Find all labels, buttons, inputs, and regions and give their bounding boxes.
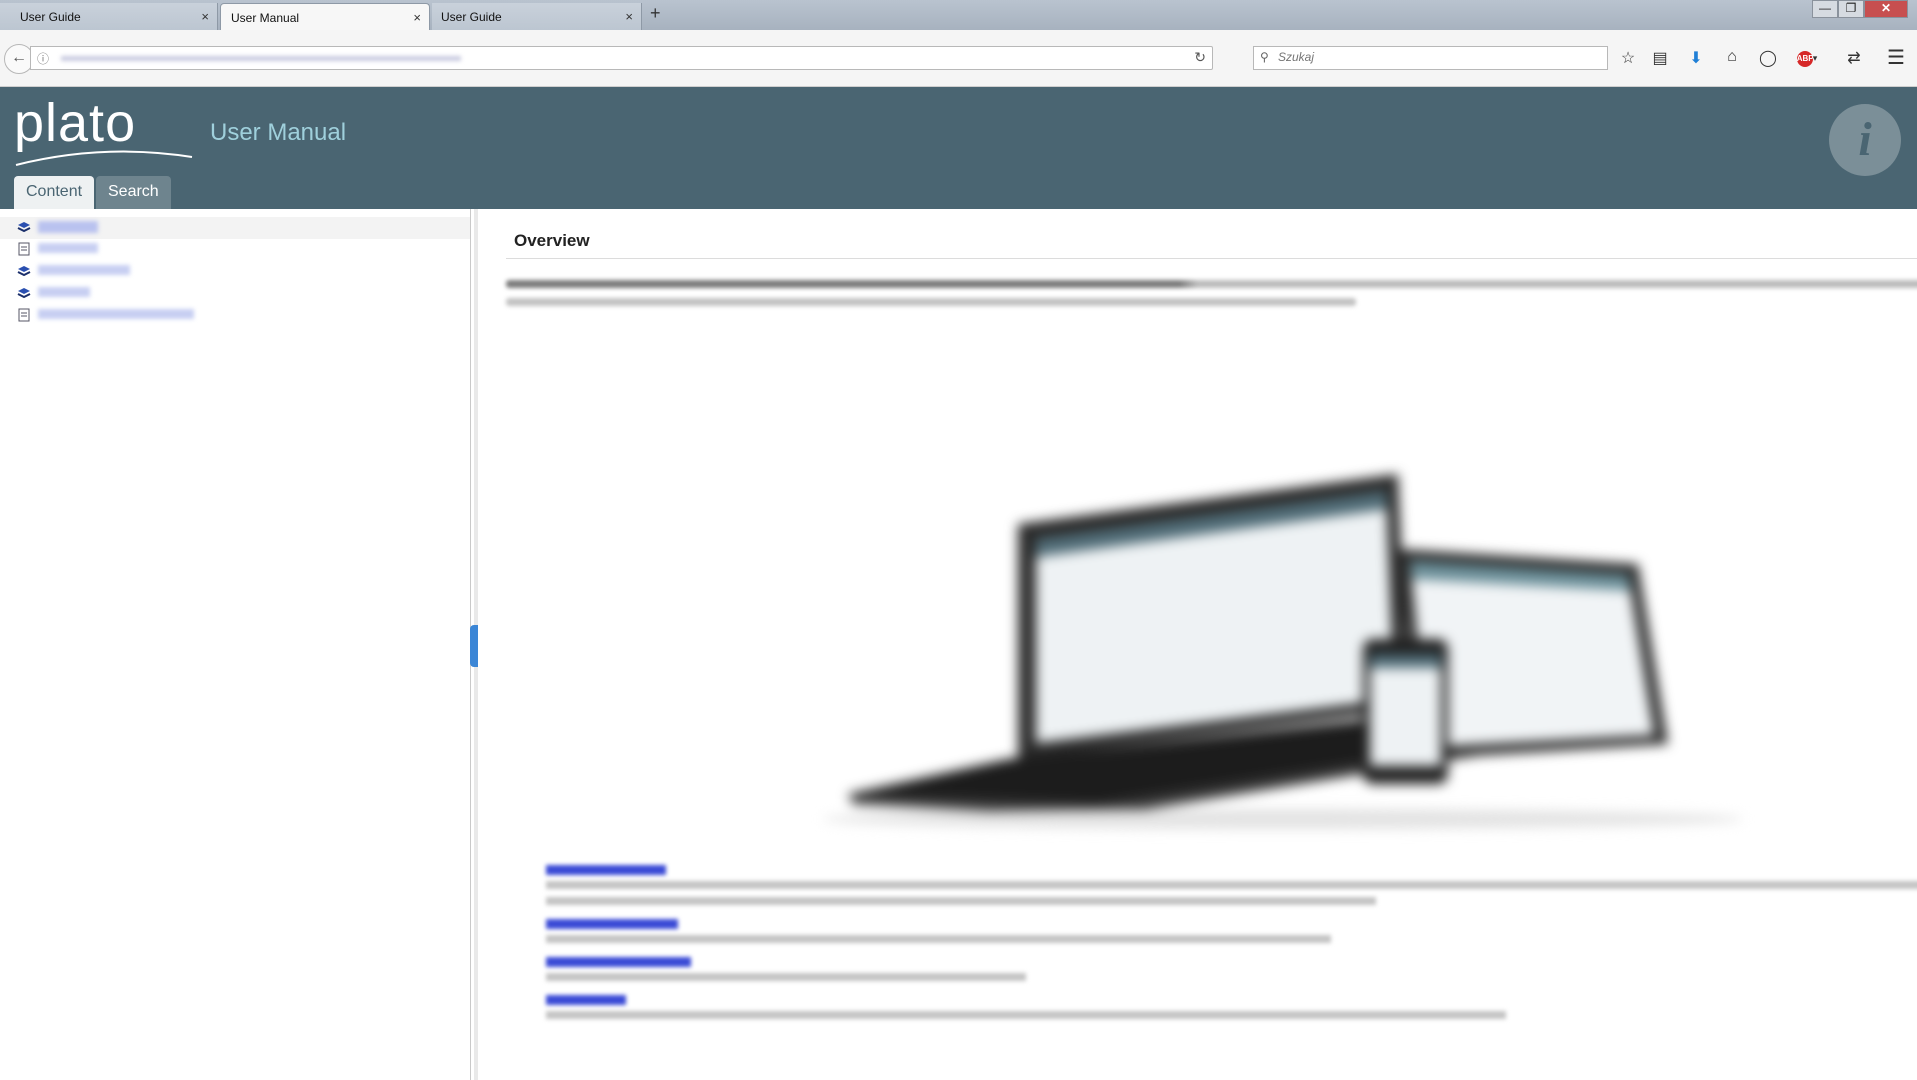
- topic-description: [546, 935, 1331, 943]
- close-icon[interactable]: ×: [413, 10, 421, 25]
- book-icon: [17, 288, 31, 299]
- topic-item: [546, 919, 1917, 943]
- minimize-button[interactable]: —: [1812, 0, 1838, 18]
- tree-item-label: [38, 309, 194, 319]
- tree-item-label: [38, 265, 130, 275]
- adblock-badge: ABP: [1796, 51, 1814, 67]
- info-button[interactable]: i: [1829, 104, 1901, 176]
- topic-link[interactable]: [546, 919, 678, 929]
- topic-link[interactable]: [546, 865, 666, 875]
- close-icon[interactable]: ×: [201, 9, 209, 24]
- menu-icon[interactable]: ☰: [1886, 45, 1906, 70]
- tree-item-label: [38, 243, 98, 253]
- browser-nav-bar: ← ⓘ ↻ ⚲ ☆ ▤ ⬇ ⌂ ◯ ABP▾ ⇄ ☰: [0, 30, 1917, 87]
- browser-tab-active[interactable]: User Manual ×: [220, 3, 430, 30]
- app-header: plato User Manual i Content Search: [0, 87, 1917, 209]
- url-bar[interactable]: ⓘ ↻: [30, 46, 1213, 70]
- chevron-down-icon: ▾: [1812, 53, 1818, 63]
- tree-item-label: [38, 221, 98, 233]
- tree-item[interactable]: [0, 283, 470, 305]
- collapse-handle[interactable]: [470, 625, 478, 667]
- home-icon[interactable]: ⌂: [1722, 48, 1742, 66]
- devices-hero-image: [823, 474, 1743, 829]
- book-icon: [17, 222, 31, 233]
- browser-tab[interactable]: User Guide ×: [0, 3, 218, 30]
- content-pane: Overview: [478, 209, 1917, 1080]
- url-text-blurred: [61, 56, 461, 61]
- browser-tab-bar: User Guide × User Manual × User Guide × …: [0, 0, 1917, 30]
- plato-logo: plato: [14, 95, 193, 166]
- browser-tab[interactable]: User Guide ×: [432, 3, 642, 30]
- tree-item[interactable]: [0, 217, 470, 239]
- svg-text:plato: plato: [14, 95, 136, 153]
- tab-search[interactable]: Search: [96, 176, 171, 209]
- sync-icon[interactable]: ⇄: [1844, 48, 1864, 68]
- topic-list: [546, 865, 1917, 1033]
- tab-content[interactable]: Content: [14, 176, 95, 209]
- search-icon: ⚲: [1260, 50, 1269, 64]
- maximize-button[interactable]: ❐: [1838, 0, 1864, 18]
- adblock-icon[interactable]: ABP▾: [1790, 48, 1824, 67]
- topic-item: [546, 957, 1917, 981]
- download-icon[interactable]: ⬇: [1686, 48, 1706, 68]
- close-icon[interactable]: ×: [625, 9, 633, 24]
- topic-description: [546, 897, 1376, 905]
- tree-item[interactable]: [0, 261, 470, 283]
- topic-link[interactable]: [546, 957, 691, 967]
- topic-link[interactable]: [546, 995, 626, 1005]
- topic-item: [546, 865, 1917, 905]
- page-icon: [18, 308, 30, 322]
- tab-label: User Guide: [441, 10, 502, 24]
- book-icon: [17, 266, 31, 277]
- star-icon[interactable]: ☆: [1618, 48, 1638, 68]
- title-divider: [506, 258, 1917, 259]
- topic-description: [546, 973, 1026, 981]
- app-title: User Manual: [210, 119, 347, 146]
- contents-tree: [0, 209, 471, 1080]
- reading-list-icon[interactable]: ▤: [1650, 48, 1670, 68]
- page-title: Overview: [514, 231, 590, 250]
- topic-description: [546, 881, 1917, 889]
- reload-icon[interactable]: ↻: [1194, 49, 1206, 66]
- tab-label: User Manual: [231, 11, 300, 25]
- intro-paragraph-blurred: [506, 276, 1917, 306]
- pocket-icon[interactable]: ◯: [1758, 48, 1778, 68]
- new-tab-button[interactable]: +: [650, 3, 661, 24]
- search-input[interactable]: [1276, 49, 1580, 65]
- topic-description: [546, 1011, 1506, 1019]
- search-bar[interactable]: ⚲: [1253, 46, 1608, 70]
- tree-item[interactable]: [0, 239, 470, 261]
- tree-item-label: [38, 287, 90, 297]
- tab-label: User Guide: [20, 10, 81, 24]
- tree-item[interactable]: [0, 305, 470, 327]
- page-icon: [18, 242, 30, 256]
- topic-item: [546, 995, 1917, 1019]
- info-icon[interactable]: ⓘ: [37, 50, 49, 67]
- window-close-button[interactable]: ✕: [1864, 0, 1908, 18]
